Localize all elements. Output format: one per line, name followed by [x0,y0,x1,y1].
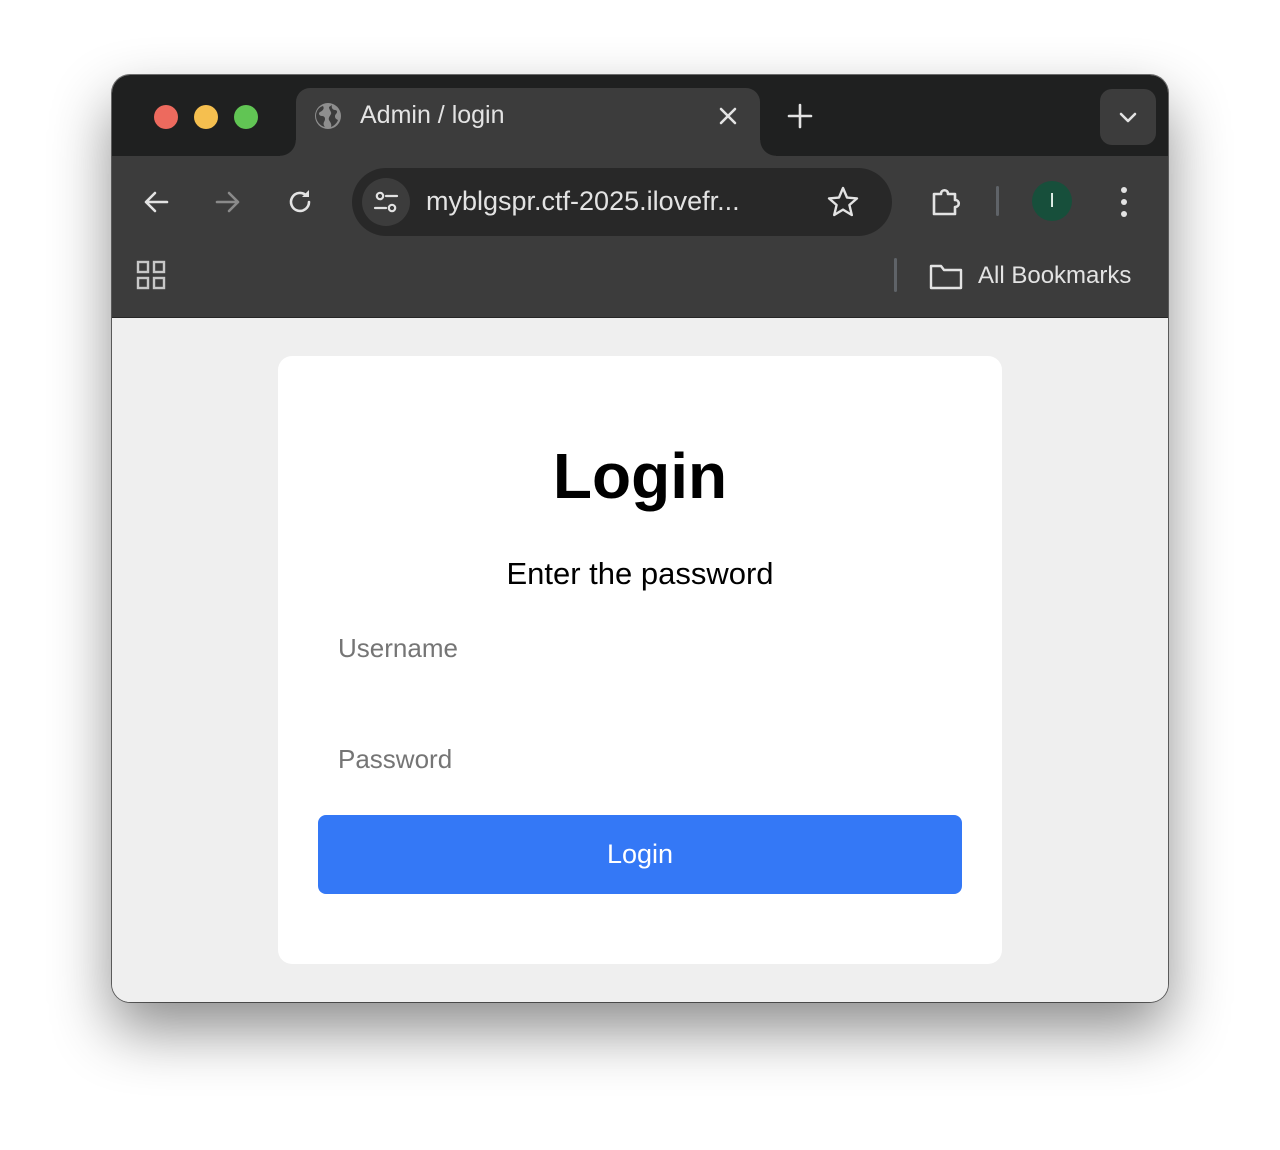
browser-toolbar: myblgspr.ctf-2025.ilovefr... I [112,156,1168,236]
tab-title: Admin / login [360,101,505,129]
close-window-button[interactable] [154,105,178,129]
bookmarks-bar: All Bookmarks [112,236,1168,318]
back-arrow-icon[interactable] [140,186,172,218]
forward-arrow-icon[interactable] [212,186,244,218]
page-content: Login Enter the password Login [112,318,1168,1002]
profile-avatar[interactable]: I [1032,181,1072,221]
bookmarks-divider [894,258,897,292]
chevron-down-icon [1119,112,1137,123]
username-input[interactable] [318,618,962,678]
folder-icon[interactable] [928,260,964,292]
login-card: Login Enter the password Login [278,356,1002,964]
tab-search-button[interactable] [1100,89,1156,145]
minimize-window-button[interactable] [194,105,218,129]
extensions-puzzle-icon[interactable] [928,184,964,220]
address-bar[interactable]: myblgspr.ctf-2025.ilovefr... [352,168,892,236]
kebab-menu-icon[interactable] [1108,184,1140,220]
login-instructions: Enter the password [506,556,774,591]
password-input[interactable] [318,729,962,789]
all-bookmarks-link[interactable]: All Bookmarks [978,261,1131,291]
tab-strip: Admin / login [112,75,1168,156]
close-tab-icon[interactable] [714,102,742,130]
toolbar-divider [996,186,999,216]
globe-icon [314,102,342,130]
site-settings-icon[interactable] [362,178,410,226]
tab-admin-login[interactable]: Admin / login [280,88,776,156]
browser-window: Admin / login myblgspr.ctf-2025.ilovefr.… [112,75,1168,1002]
apps-grid-icon[interactable] [136,260,168,292]
login-button[interactable]: Login [318,815,962,894]
address-bar-url: myblgspr.ctf-2025.ilovefr... [426,186,740,216]
reload-icon[interactable] [284,186,316,218]
zoom-window-button[interactable] [234,105,258,129]
new-tab-plus-icon[interactable] [786,102,814,130]
bookmark-star-icon[interactable] [826,185,860,219]
login-heading: Login [552,440,728,512]
